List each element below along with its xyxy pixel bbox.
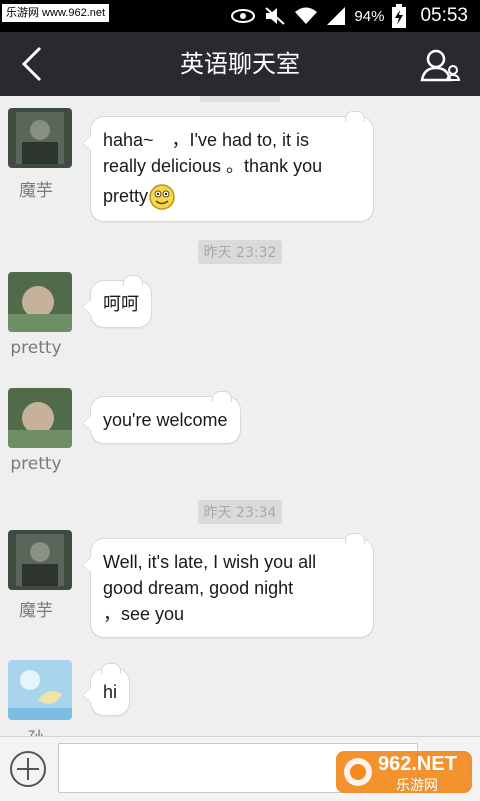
message-line: good dream, good night (103, 578, 294, 598)
bubble-decoration (101, 663, 122, 674)
avatar[interactable] (8, 660, 72, 720)
battery-charging-icon (392, 4, 407, 28)
timestamp-divider: 昨天 23:34 (0, 500, 480, 524)
signal-icon (327, 7, 346, 25)
message-line: haha~ ，I've had to, it is (103, 130, 310, 150)
message-line: 呵呵 (103, 294, 139, 314)
add-attachment-button[interactable] (8, 749, 48, 789)
bubble-decoration (345, 111, 365, 122)
wifi-icon (295, 7, 318, 24)
message-bubble[interactable]: hi (81, 663, 131, 716)
watermark-label: 乐游网 www.962.net (2, 4, 110, 22)
message-line: hi (103, 682, 118, 702)
bubble-decoration (123, 275, 143, 286)
message-line: pretty (103, 186, 149, 206)
timestamp-label: 昨天 23:34 (197, 500, 283, 524)
mute-icon (265, 7, 286, 25)
timestamp-divider: 昨天 23:32 (0, 240, 480, 264)
status-icons: 94% 05:53 (230, 0, 468, 32)
page-title: 英语聊天室 (180, 50, 300, 78)
message-input-bar: 962.NET 乐游网 (0, 736, 480, 801)
sender-name: pretty (10, 454, 62, 474)
avatar[interactable] (8, 272, 72, 332)
avatar[interactable] (8, 108, 72, 168)
brand-text: 962.NET (378, 753, 457, 775)
clock: 05:53 (420, 5, 468, 26)
timestamp-label: 昨天 23:32 (197, 240, 283, 264)
sender-name: 魔芋 (19, 601, 53, 621)
message-bubble[interactable]: haha~ ，I've had to, it is really delicio… (82, 111, 374, 223)
brand-subtext: 乐游网 (396, 778, 438, 794)
plus-circle-icon (10, 751, 46, 787)
message-line: Well, it's late, I wish you all (103, 552, 317, 572)
message-bubble[interactable]: Well, it's late, I wish you all good dre… (82, 533, 374, 638)
sender-name: pretty (10, 338, 62, 358)
group-members-icon (420, 49, 461, 82)
sender-name: 孙 (0, 724, 72, 736)
avatar-image-icon (8, 388, 72, 448)
brand-watermark: 962.NET 乐游网 (334, 747, 474, 797)
avatar-image-icon (8, 272, 72, 332)
battery-percent: 94% (354, 7, 385, 25)
avatar[interactable] (8, 388, 72, 448)
members-button[interactable] (418, 46, 466, 86)
chat-message-list[interactable]: 魔芋 haha~ ，I've had to, it is really deli… (0, 96, 480, 736)
status-bar: 乐游网 www.962.net 94% 05:53 (0, 0, 480, 32)
bubble-decoration (345, 533, 365, 544)
sender-name: 魔芋 (19, 181, 53, 201)
bubble-decoration (211, 391, 232, 402)
avatar-image-icon (8, 660, 72, 720)
avatar[interactable] (8, 530, 72, 590)
message-bubble[interactable]: 呵呵 (82, 275, 152, 328)
message-line: you're welcome (103, 410, 228, 430)
message-bubble[interactable]: you're welcome (82, 391, 241, 444)
avatar-image-icon (8, 108, 72, 168)
timestamp-partial (200, 96, 280, 102)
message-line: ，see you (103, 604, 185, 624)
eye-icon (231, 9, 256, 23)
smiley-emoji-icon (149, 184, 175, 210)
app-header: 英语聊天室 (0, 32, 480, 96)
avatar-image-icon (8, 530, 72, 590)
message-line: really delicious 。thank you (103, 156, 323, 176)
